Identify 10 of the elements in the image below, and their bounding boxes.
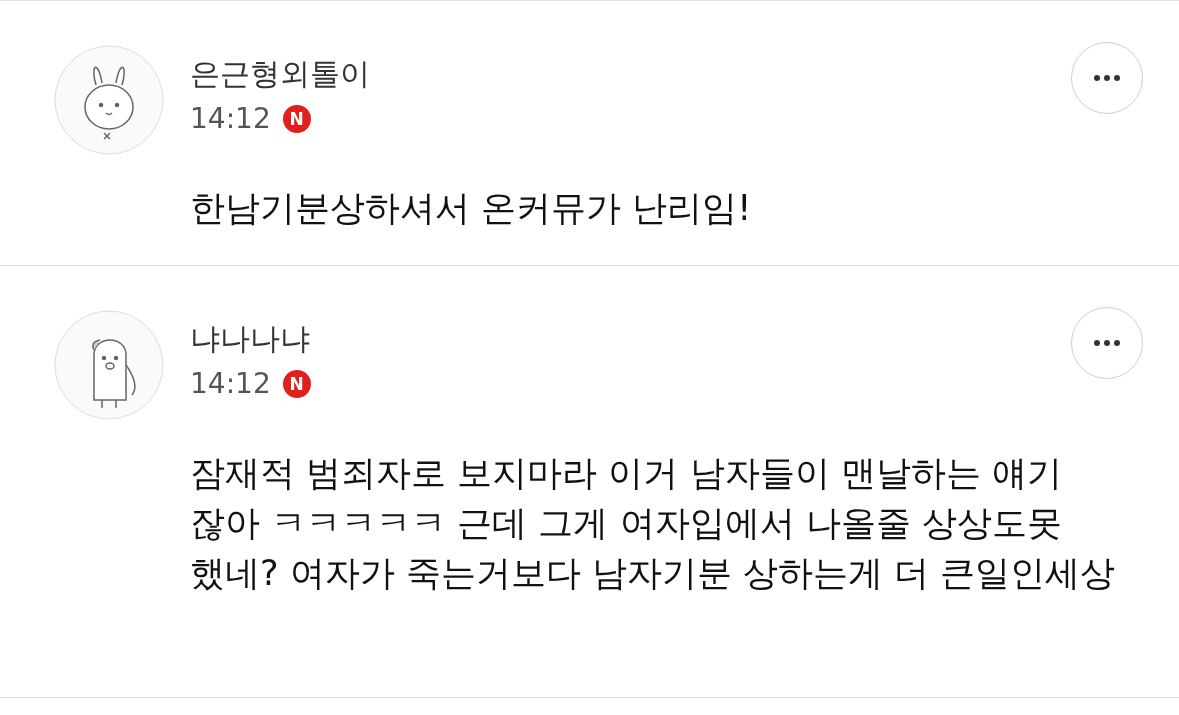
author-name: 냐나나냐 [190,320,311,358]
author-name: 은근형외톨이 [190,55,371,93]
comment-time: 14:12 [190,101,271,137]
comment-text: 한남기분상하셔서 온커뮤가 난리임! [190,187,753,230]
more-icon [1094,75,1120,81]
new-badge: N [282,105,311,133]
new-badge: N [282,370,311,398]
comment-time: 14:12 [190,366,271,402]
comment-text: 잠재적 범죄자로 보지마라 이거 남자들이 맨날하는 얘기 잖아 ㅋㅋㅋㅋㅋ 근데 그게 여자입에서 나올줄 상상도못 했네? 여자가 죽는거보다 남자기분 상하는게 더 큰일인세상 [190,452,1117,595]
more-icon [1094,340,1120,346]
